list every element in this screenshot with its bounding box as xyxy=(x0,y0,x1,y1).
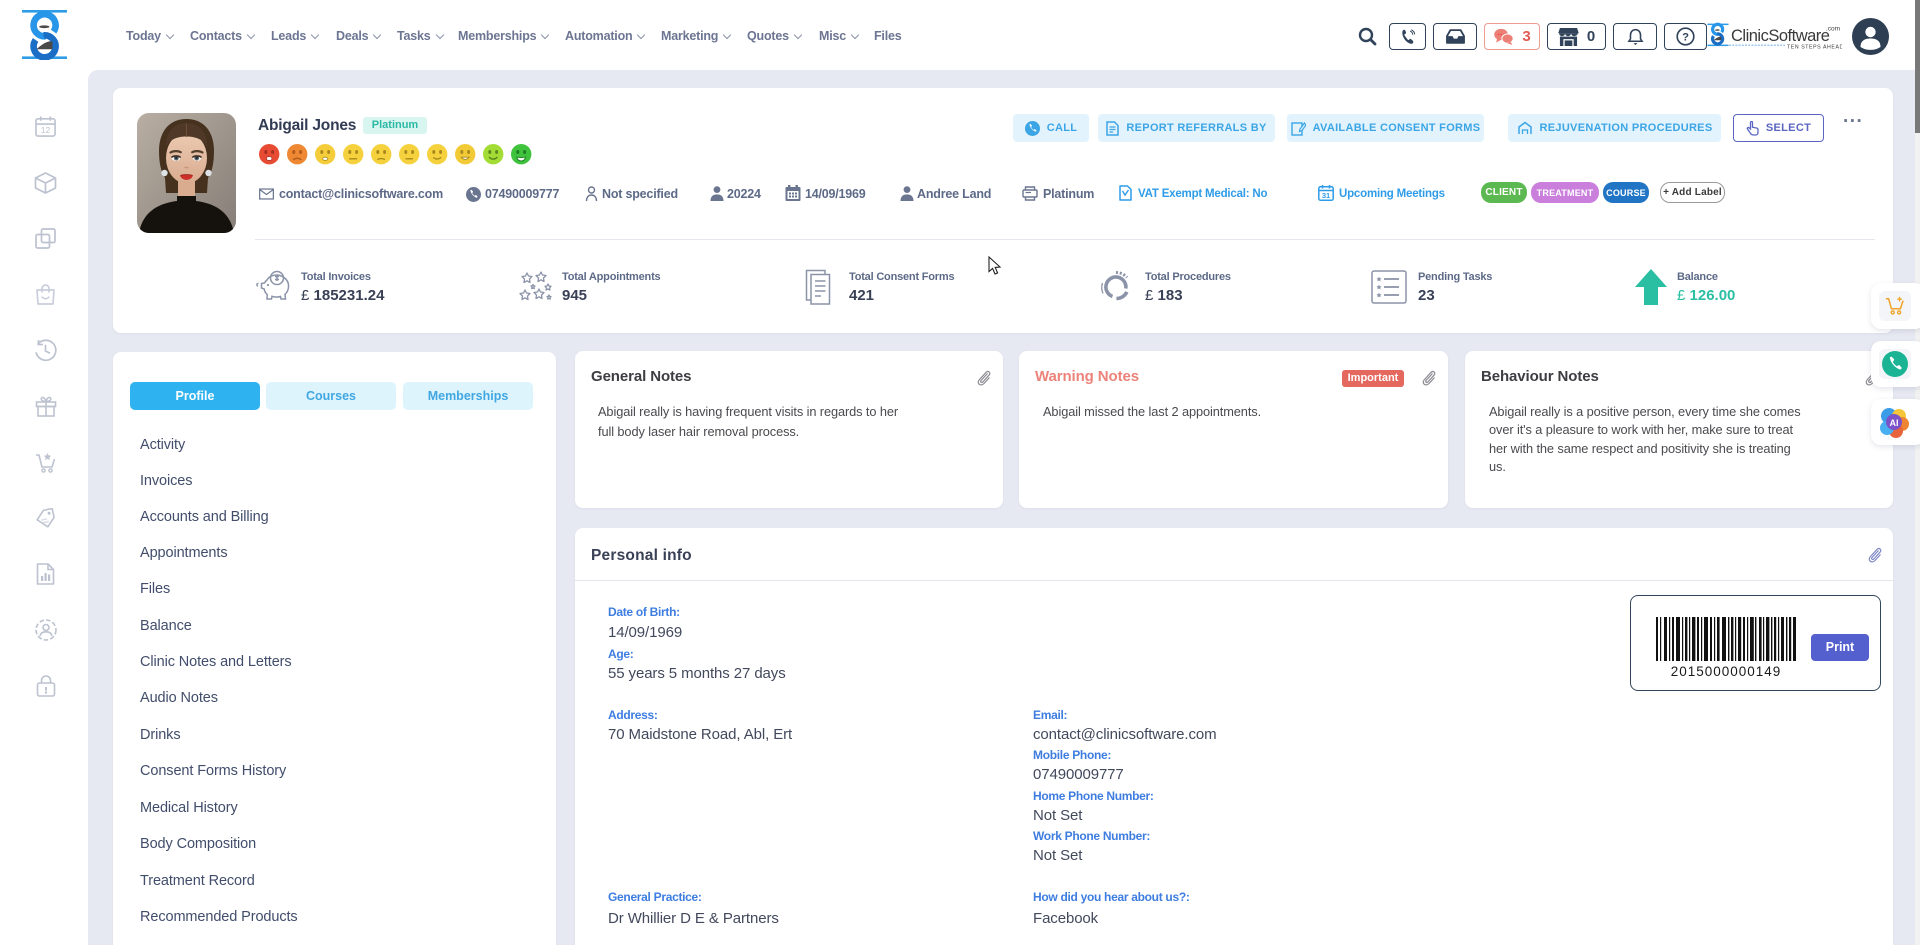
svg-text:ClinicSoftware: ClinicSoftware xyxy=(1731,27,1830,45)
svg-text:TEN STEPS AHEAD: TEN STEPS AHEAD xyxy=(1787,45,1842,51)
svg-text:.com: .com xyxy=(1826,26,1840,33)
svg-text:?: ? xyxy=(1682,31,1689,43)
svg-text:12: 12 xyxy=(41,125,51,135)
svg-text:AI: AI xyxy=(1890,418,1899,428)
